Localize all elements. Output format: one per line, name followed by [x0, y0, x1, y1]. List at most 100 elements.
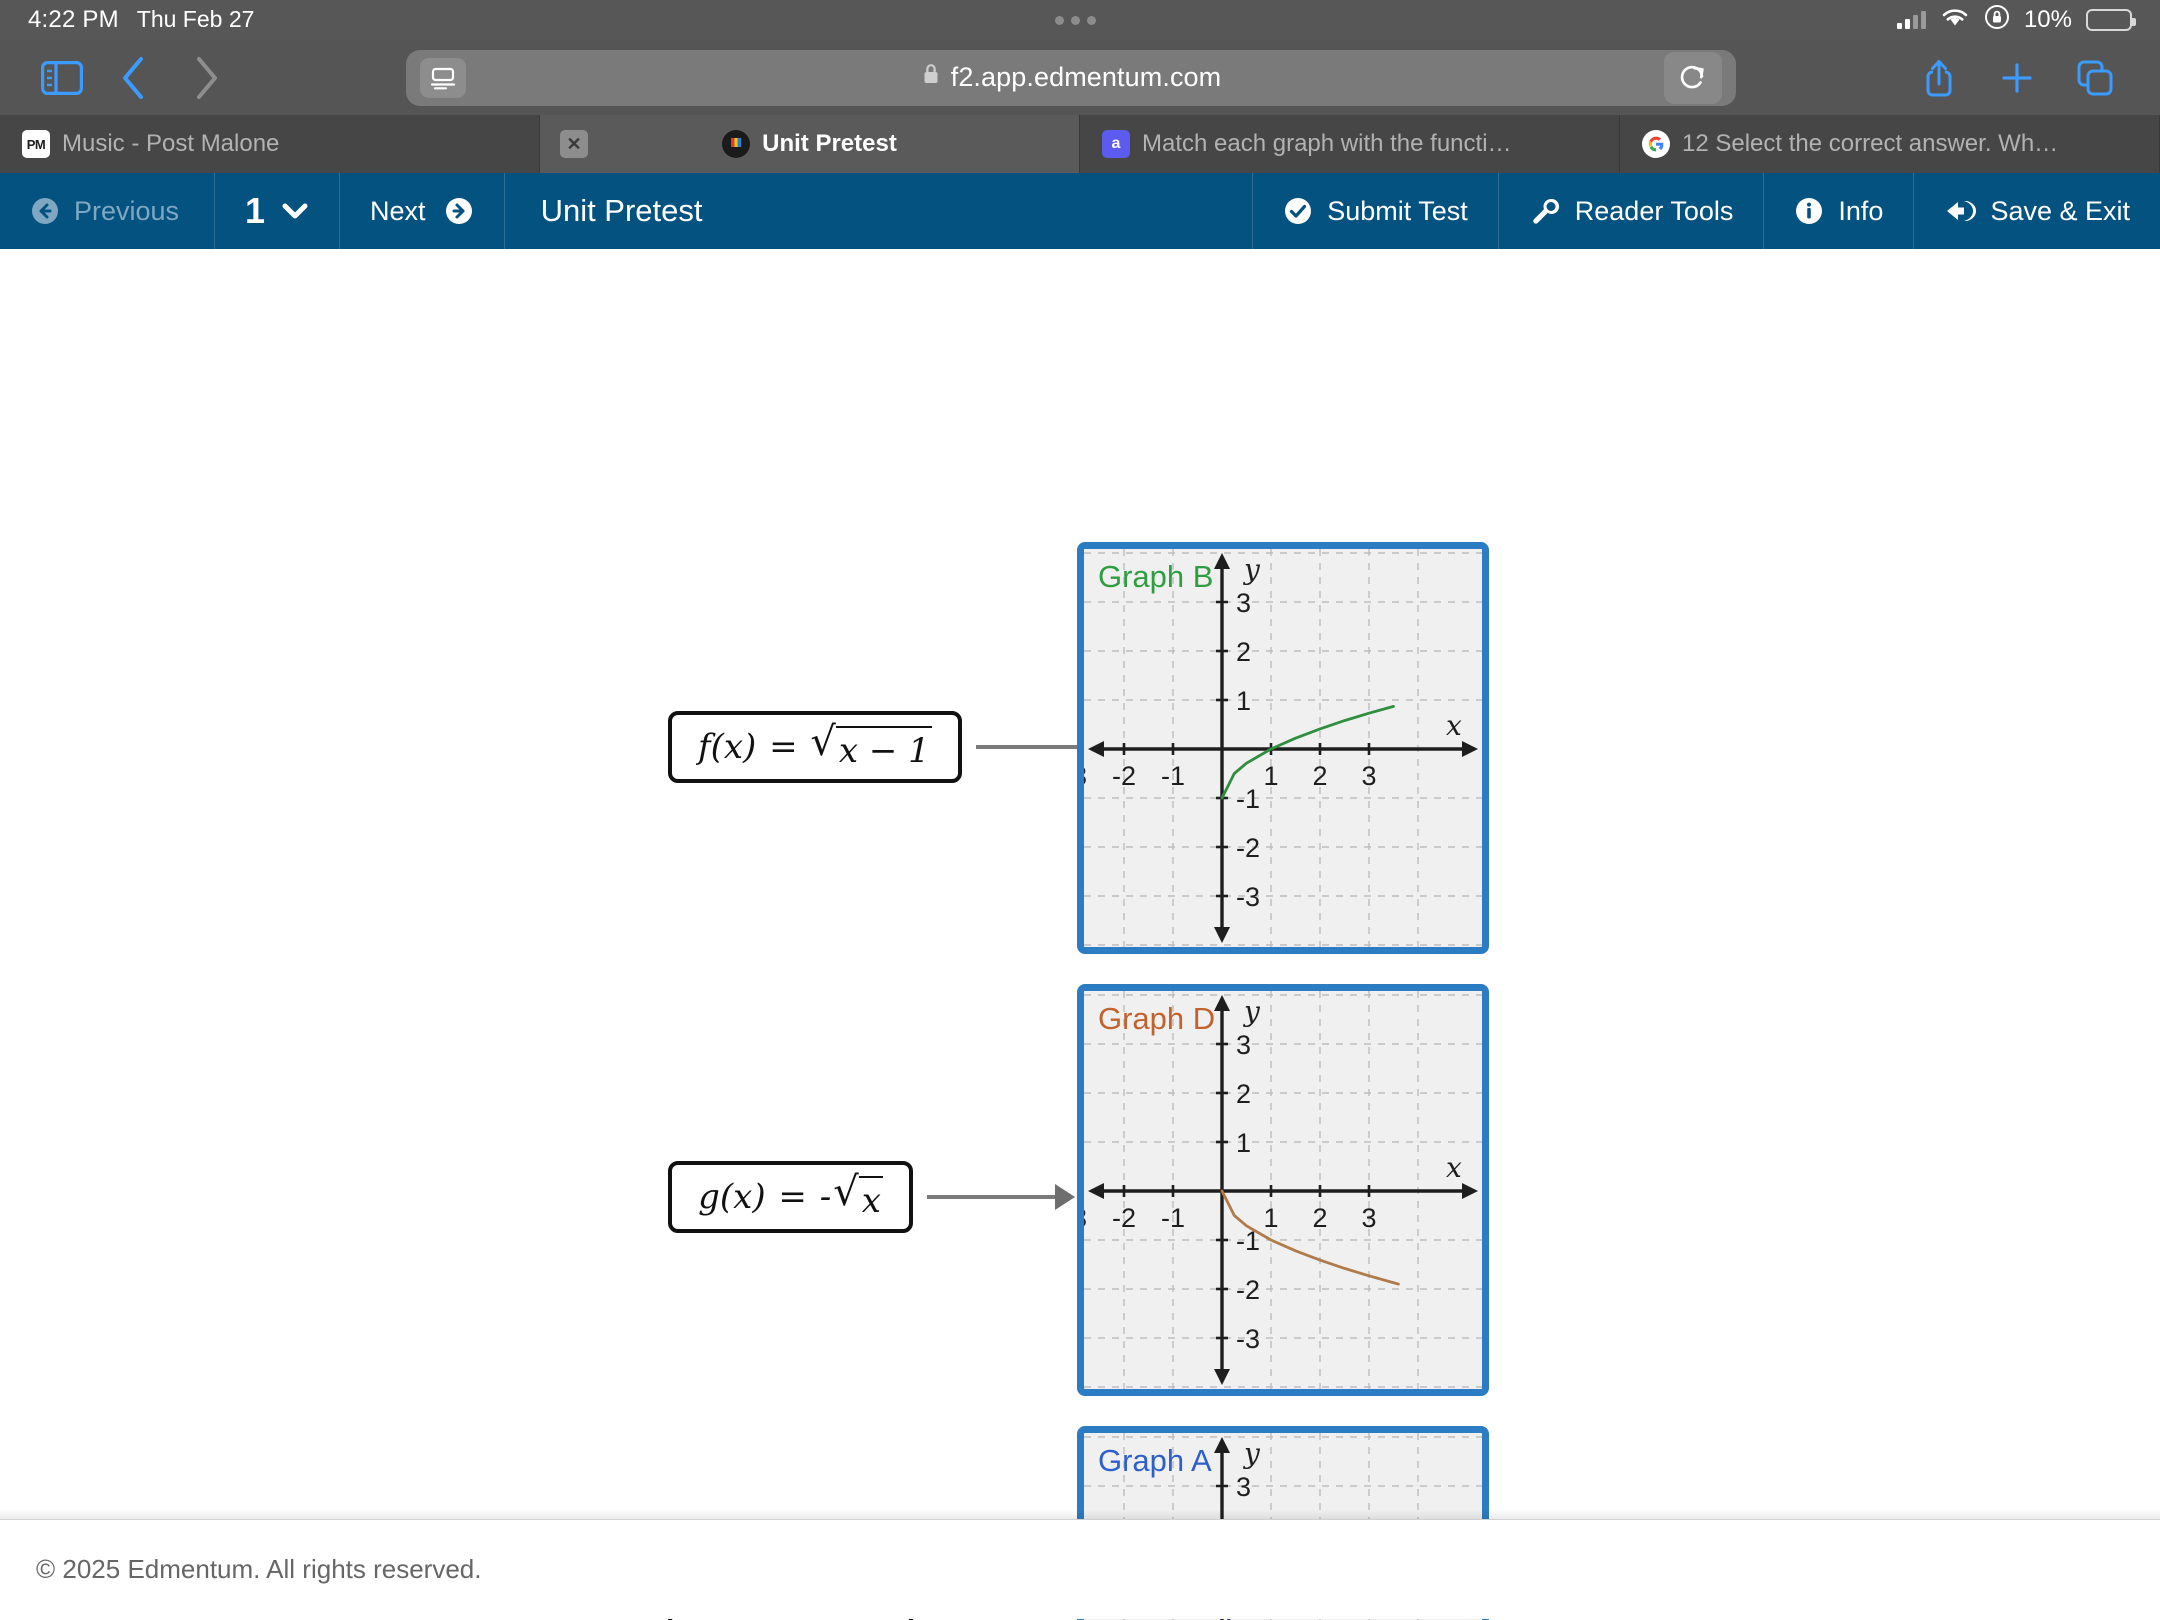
google-favicon [1642, 130, 1670, 158]
tab-overview-button[interactable] [2056, 50, 2134, 106]
status-time: 4:22 PM [28, 6, 119, 33]
submit-test-label: Submit Test [1327, 195, 1468, 226]
url-text: f2.app.edmentum.com [950, 62, 1222, 92]
svg-text:x: x [1446, 1151, 1462, 1184]
svg-text:2: 2 [1236, 1079, 1251, 1109]
tab-title: Music - Post Malone [62, 130, 280, 157]
radical-sign: √ [810, 718, 836, 765]
match-arrow [927, 1184, 1075, 1210]
post-malone-favicon: PM [22, 130, 50, 158]
back-button[interactable] [98, 50, 170, 106]
radical-expression: √ x − 1 [810, 718, 932, 771]
graph-card-b[interactable]: yx-3-2-1123321-1-2-3 Graph B [1077, 542, 1489, 954]
tab-title: Unit Pretest [762, 130, 897, 157]
assignment-favicon: a [1102, 130, 1130, 158]
svg-text:-1: -1 [1161, 1203, 1185, 1233]
equals-sign: = [767, 1177, 818, 1217]
assessment-toolbar: Previous 1 Next Unit Pretest Submit Test… [0, 173, 2160, 249]
next-button[interactable]: Next [340, 173, 505, 249]
function-card-f[interactable]: f(x) = √ x − 1 [668, 711, 962, 783]
browser-tab-music[interactable]: PM Music - Post Malone [0, 115, 540, 173]
multitask-handle[interactable] [254, 15, 1897, 25]
svg-text:3: 3 [1236, 1030, 1251, 1060]
wifi-icon [1940, 6, 1970, 35]
battery-icon [2086, 9, 2136, 31]
svg-text:1: 1 [1236, 686, 1251, 716]
negative-sign: - [819, 1177, 832, 1217]
svg-text:-3: -3 [1084, 1203, 1087, 1233]
forward-button[interactable] [170, 50, 242, 106]
page-settings-icon[interactable] [420, 57, 466, 98]
status-bar-left: 4:22 PM Thu Feb 27 [28, 6, 254, 34]
close-icon[interactable]: ✕ [560, 130, 588, 158]
multitask-dot [1087, 15, 1097, 25]
next-arrow-icon [445, 198, 472, 224]
status-date: Thu Feb 27 [136, 6, 255, 32]
share-button[interactable] [1900, 50, 1978, 106]
svg-text:-3: -3 [1084, 761, 1087, 791]
match-row: g(x) = - √ x [668, 1161, 1075, 1233]
previous-button[interactable]: Previous [0, 173, 215, 249]
svg-text:3: 3 [1361, 1203, 1376, 1233]
ios-status-bar: 4:22 PM Thu Feb 27 10% [0, 0, 2160, 40]
assessment-title: Unit Pretest [540, 193, 703, 228]
browser-tab-unit-pretest[interactable]: ✕ Unit Pretest [540, 115, 1080, 173]
radicand: x [858, 1175, 883, 1221]
exit-arrow-icon [1947, 201, 1977, 221]
reader-tools-label: Reader Tools [1574, 195, 1734, 226]
reader-tools-button[interactable]: Reader Tools [1497, 173, 1764, 249]
svg-text:x: x [1446, 709, 1462, 742]
safari-toolbar: f2.app.edmentum.com [0, 40, 2160, 115]
svg-text:1: 1 [1263, 1203, 1278, 1233]
chevron-down-icon [282, 203, 308, 219]
radical-sign: √ [833, 1168, 859, 1215]
svg-text:1: 1 [1236, 1128, 1251, 1158]
tab-title: 12 Select the correct answer. Wh… [1682, 130, 2059, 157]
svg-text:-2: -2 [1112, 761, 1136, 791]
tab-title: Match each graph with the functi… [1142, 130, 1512, 157]
status-bar-right: 10% [1896, 4, 2136, 37]
page-title: Unit Pretest [505, 173, 1253, 249]
svg-text:y: y [1242, 553, 1261, 586]
info-button[interactable]: Info [1763, 173, 1913, 249]
svg-text:2: 2 [1312, 1203, 1327, 1233]
svg-text:-2: -2 [1236, 1275, 1260, 1305]
multitask-dot [1071, 15, 1081, 25]
reload-icon[interactable] [1664, 51, 1722, 104]
svg-text:2: 2 [1312, 761, 1327, 791]
address-bar-container: f2.app.edmentum.com [248, 49, 1894, 106]
save-exit-button[interactable]: Save & Exit [1913, 173, 2160, 249]
new-tab-button[interactable] [1978, 50, 2056, 106]
function-card-g[interactable]: g(x) = - √ x [668, 1161, 913, 1233]
browser-tab-google-search[interactable]: 12 Select the correct answer. Wh… [1620, 115, 2160, 173]
page-selector[interactable]: 1 [215, 173, 341, 249]
toolbar-actions: Submit Test Reader Tools Info Save & Exi… [1252, 173, 2160, 249]
multitask-dot [1055, 15, 1065, 25]
next-label: Next [370, 195, 426, 226]
svg-text:-3: -3 [1236, 882, 1260, 912]
function-name: g(x) [698, 1177, 766, 1217]
address-bar[interactable]: f2.app.edmentum.com [406, 49, 1736, 106]
wrench-icon [1533, 198, 1559, 224]
sidebar-toggle-button[interactable] [26, 50, 98, 106]
function-formula-g: g(x) = - √ x [698, 1168, 883, 1221]
svg-text:-1: -1 [1161, 761, 1185, 791]
svg-text:-1: -1 [1236, 784, 1260, 814]
cellular-signal-icon [1896, 11, 1926, 29]
svg-text:3: 3 [1236, 1472, 1251, 1502]
url-display[interactable]: f2.app.edmentum.com [424, 62, 1718, 93]
radical-expression: √ x [833, 1168, 883, 1221]
svg-text:-2: -2 [1236, 833, 1260, 863]
page-footer: © 2025 Edmentum. All rights reserved. [0, 1519, 2160, 1619]
submit-test-button[interactable]: Submit Test [1252, 173, 1498, 249]
function-name: f(x) [698, 727, 757, 767]
browser-tab-match-graph[interactable]: a Match each graph with the functi… [1080, 115, 1620, 173]
graph-label: Graph A [1098, 1443, 1212, 1478]
svg-text:1: 1 [1263, 761, 1278, 791]
battery-percent-label: 10% [2023, 6, 2072, 33]
function-formula-f: f(x) = √ x − 1 [698, 718, 932, 771]
lock-icon [921, 62, 941, 93]
svg-text:y: y [1242, 1437, 1261, 1470]
graph-card-d[interactable]: yx-3-2-1123321-1-2-3 Graph D [1077, 984, 1489, 1396]
check-circle-icon [1285, 198, 1312, 224]
